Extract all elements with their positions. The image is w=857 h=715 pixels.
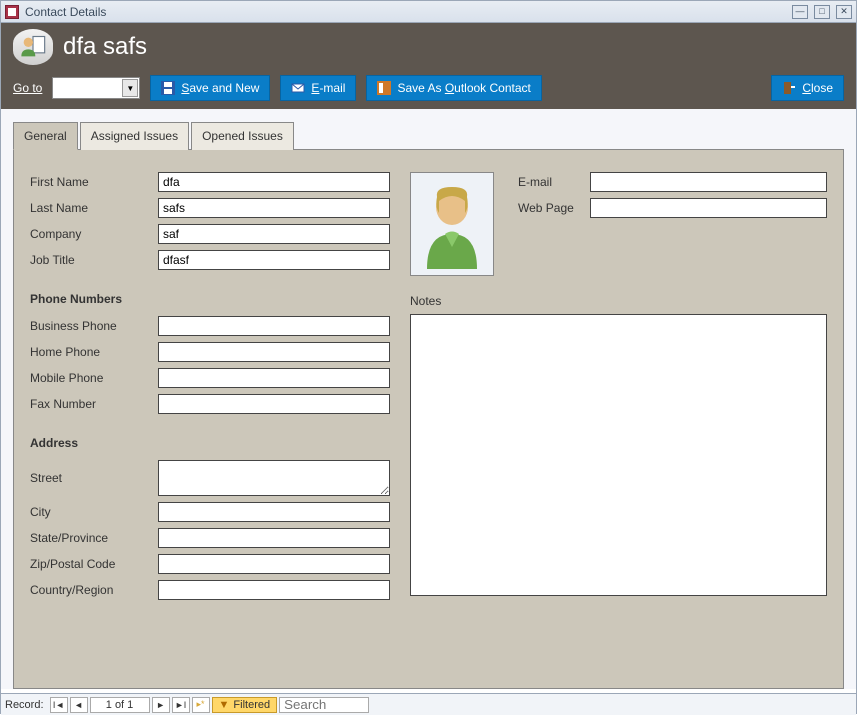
business-phone-label: Business Phone (30, 319, 158, 333)
first-name-label: First Name (30, 175, 158, 189)
tab-general[interactable]: General (13, 122, 78, 150)
save-as-outlook-button[interactable]: Save As Outlook Contact (366, 75, 541, 101)
mobile-phone-input[interactable] (158, 368, 390, 388)
save-and-new-button[interactable]: Save and New (150, 75, 270, 101)
nav-prev-button[interactable]: ◄ (70, 697, 88, 713)
toolbar: Go to ▼ Save and New E-mail Save As Outl… (13, 71, 844, 109)
job-title-label: Job Title (30, 253, 158, 267)
search-input[interactable] (279, 697, 369, 713)
fax-number-label: Fax Number (30, 397, 158, 411)
tab-assigned-issues[interactable]: Assigned Issues (80, 122, 189, 150)
statusbar: Record: I◄ ◄ 1 of 1 ► ►I ▸* ▼ Filtered (1, 693, 856, 715)
nav-new-button[interactable]: ▸* (192, 697, 210, 713)
goto-label: Go to (13, 81, 42, 95)
minimize-button[interactable]: — (792, 5, 808, 19)
email-input[interactable] (590, 172, 827, 192)
company-label: Company (30, 227, 158, 241)
webpage-input[interactable] (590, 198, 827, 218)
record-position: 1 of 1 (90, 697, 150, 713)
notes-label: Notes (410, 294, 827, 308)
outlook-icon (377, 81, 391, 95)
webpage-label: Web Page (518, 201, 590, 215)
street-label: Street (30, 471, 158, 485)
fax-number-input[interactable] (158, 394, 390, 414)
filter-icon: ▼ (219, 699, 230, 711)
street-input[interactable] (158, 460, 390, 496)
mobile-phone-label: Mobile Phone (30, 371, 158, 385)
contact-photo[interactable] (410, 172, 494, 276)
phone-section-head: Phone Numbers (30, 292, 390, 306)
tab-opened-issues[interactable]: Opened Issues (191, 122, 294, 150)
goto-select[interactable]: ▼ (52, 77, 140, 99)
home-phone-label: Home Phone (30, 345, 158, 359)
job-title-input[interactable] (158, 250, 390, 270)
contact-name-title: dfa safs (63, 33, 147, 61)
app-icon (5, 5, 19, 19)
country-input[interactable] (158, 580, 390, 600)
email-button[interactable]: E-mail (280, 75, 356, 101)
email-icon (291, 81, 305, 95)
email-label: E-mail (518, 175, 590, 189)
state-input[interactable] (158, 528, 390, 548)
tabs: General Assigned Issues Opened Issues (13, 121, 844, 149)
door-icon (782, 81, 796, 95)
address-section-head: Address (30, 436, 390, 450)
company-input[interactable] (158, 224, 390, 244)
record-label: Record: (5, 699, 44, 711)
window-title: Contact Details (25, 5, 792, 19)
save-and-new-label: ave and New (189, 81, 259, 95)
notes-input[interactable] (410, 314, 827, 596)
nav-next-button[interactable]: ► (152, 697, 170, 713)
maximize-button[interactable]: □ (814, 5, 830, 19)
last-name-label: Last Name (30, 201, 158, 215)
last-name-input[interactable] (158, 198, 390, 218)
save-icon (161, 81, 175, 95)
nav-first-button[interactable]: I◄ (50, 697, 68, 713)
state-label: State/Province (30, 531, 158, 545)
filtered-indicator[interactable]: ▼ Filtered (212, 697, 278, 713)
close-button[interactable]: Close (771, 75, 844, 101)
zip-label: Zip/Postal Code (30, 557, 158, 571)
home-phone-input[interactable] (158, 342, 390, 362)
general-panel: First Name Last Name Company Job Title P… (13, 149, 844, 689)
contact-card-icon (13, 29, 53, 65)
header: dfa safs Go to ▼ Save and New E-mail Sav… (1, 23, 856, 109)
chevron-down-icon: ▼ (122, 79, 138, 97)
city-input[interactable] (158, 502, 390, 522)
close-window-button[interactable]: ✕ (836, 5, 852, 19)
business-phone-input[interactable] (158, 316, 390, 336)
nav-last-button[interactable]: ►I (172, 697, 190, 713)
city-label: City (30, 505, 158, 519)
titlebar: Contact Details — □ ✕ (1, 1, 856, 23)
zip-input[interactable] (158, 554, 390, 574)
first-name-input[interactable] (158, 172, 390, 192)
country-label: Country/Region (30, 583, 158, 597)
